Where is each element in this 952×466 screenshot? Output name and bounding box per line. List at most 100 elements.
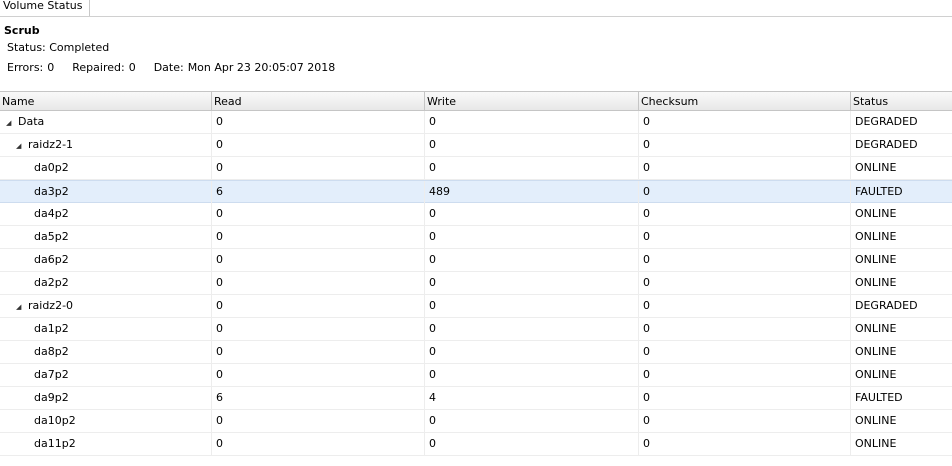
cell-checksum: 0 (639, 226, 851, 248)
cell-write: 0 (425, 410, 639, 432)
row-name-label: da10p2 (34, 414, 76, 427)
row-name-label: da1p2 (34, 322, 69, 335)
cell-checksum: 0 (639, 364, 851, 386)
table-row[interactable]: da9p2 6 4 0 FAULTED (0, 387, 952, 410)
errors-value: 0 (47, 61, 55, 74)
cell-read: 0 (212, 295, 425, 317)
cell-read: 0 (212, 111, 425, 133)
table-row[interactable]: da5p2 0 0 0 ONLINE (0, 226, 952, 249)
volume-status-tree-table[interactable]: Name Read Write Checksum Status ◢ Data 0 0 0… (0, 91, 952, 466)
cell-status: FAULTED (855, 391, 903, 404)
cell-status: ONLINE (855, 322, 897, 335)
cell-status: ONLINE (855, 207, 897, 220)
cell-read: 0 (212, 364, 425, 386)
table-row[interactable]: da6p2 0 0 0 ONLINE (0, 249, 952, 272)
cell-name: da4p2 (0, 203, 212, 225)
cell-status: ONLINE (855, 437, 897, 450)
cell-checksum: 0 (639, 181, 851, 203)
row-name-label: Data (18, 115, 45, 128)
expanded-triangle-icon[interactable]: ◢ (16, 296, 24, 317)
cell-name: ◢ raidz2-1 (0, 134, 212, 156)
cell-write: 0 (425, 203, 639, 225)
cell-read: 0 (212, 157, 425, 179)
cell-checksum: 0 (639, 433, 851, 455)
cell-name: da0p2 (0, 157, 212, 179)
cell-write: 0 (425, 272, 639, 294)
row-name-label: raidz2-1 (28, 138, 74, 151)
table-row[interactable]: da4p2 0 0 0 ONLINE (0, 203, 952, 226)
row-name-label: da9p2 (34, 391, 69, 404)
cell-read: 0 (212, 433, 425, 455)
cell-read: 0 (212, 203, 425, 225)
row-name-label: da4p2 (34, 207, 69, 220)
column-header-name[interactable]: Name (0, 92, 212, 110)
row-name-label: raidz2-0 (28, 299, 74, 312)
cell-name: da1p2 (0, 318, 212, 340)
cell-status: DEGRADED (855, 115, 918, 128)
cell-status: FAULTED (855, 185, 903, 198)
cell-checksum: 0 (639, 341, 851, 363)
table-row[interactable]: da10p2 0 0 0 ONLINE (0, 410, 952, 433)
row-name-label: da11p2 (34, 437, 76, 450)
date-label: Date: (153, 61, 184, 74)
repaired-label: Repaired: (72, 61, 125, 74)
table-row[interactable]: da1p2 0 0 0 ONLINE (0, 318, 952, 341)
cell-write: 0 (425, 134, 639, 156)
row-name-label: da7p2 (34, 368, 69, 381)
table-row[interactable]: ◢ raidz2-0 0 0 0 DEGRADED (0, 295, 952, 318)
table-row[interactable]: da3p2 6 489 0 FAULTED (0, 180, 952, 203)
row-name-label: da8p2 (34, 345, 69, 358)
tab-volume-status[interactable]: Volume Status (0, 0, 90, 16)
cell-checksum: 0 (639, 249, 851, 271)
cell-name: da10p2 (0, 410, 212, 432)
cell-write: 0 (425, 157, 639, 179)
cell-status: DEGRADED (855, 138, 918, 151)
cell-write: 0 (425, 433, 639, 455)
table-row[interactable]: da7p2 0 0 0 ONLINE (0, 364, 952, 387)
cell-write: 4 (425, 387, 639, 409)
scrub-title: Scrub (4, 24, 40, 37)
cell-read: 6 (212, 181, 425, 203)
table-row[interactable]: ◢ Data 0 0 0 DEGRADED (0, 111, 952, 134)
scrub-status: Status: Completed (7, 41, 110, 54)
cell-read: 0 (212, 341, 425, 363)
cell-name: da7p2 (0, 364, 212, 386)
cell-name: da11p2 (0, 433, 212, 455)
cell-status: ONLINE (855, 414, 897, 427)
cell-read: 0 (212, 134, 425, 156)
cell-name: da3p2 (0, 181, 212, 203)
cell-status: ONLINE (855, 161, 897, 174)
cell-write: 489 (425, 181, 639, 203)
cell-checksum: 0 (639, 295, 851, 317)
cell-checksum: 0 (639, 272, 851, 294)
cell-name: da5p2 (0, 226, 212, 248)
table-row[interactable]: da0p2 0 0 0 ONLINE (0, 157, 952, 180)
cell-write: 0 (425, 295, 639, 317)
row-name-label: da2p2 (34, 276, 69, 289)
cell-checksum: 0 (639, 203, 851, 225)
cell-read: 6 (212, 387, 425, 409)
cell-status: ONLINE (855, 276, 897, 289)
cell-checksum: 0 (639, 318, 851, 340)
cell-checksum: 0 (639, 111, 851, 133)
cell-read: 0 (212, 226, 425, 248)
column-header-read[interactable]: Read (212, 92, 425, 110)
table-row[interactable]: da11p2 0 0 0 ONLINE (0, 433, 952, 456)
cell-checksum: 0 (639, 387, 851, 409)
table-row[interactable]: da8p2 0 0 0 ONLINE (0, 341, 952, 364)
cell-checksum: 0 (639, 134, 851, 156)
cell-name: da9p2 (0, 387, 212, 409)
row-name-label: da0p2 (34, 161, 69, 174)
table-row[interactable]: ◢ raidz2-1 0 0 0 DEGRADED (0, 134, 952, 157)
cell-read: 0 (212, 318, 425, 340)
table-row[interactable]: da2p2 0 0 0 ONLINE (0, 272, 952, 295)
expanded-triangle-icon[interactable]: ◢ (6, 112, 14, 133)
column-header-checksum[interactable]: Checksum (639, 92, 851, 110)
cell-name: ◢ raidz2-0 (0, 295, 212, 317)
expanded-triangle-icon[interactable]: ◢ (16, 135, 24, 156)
cell-write: 0 (425, 318, 639, 340)
column-header-write[interactable]: Write (425, 92, 639, 110)
column-header-status[interactable]: Status (851, 92, 952, 110)
cell-read: 0 (212, 249, 425, 271)
cell-write: 0 (425, 249, 639, 271)
